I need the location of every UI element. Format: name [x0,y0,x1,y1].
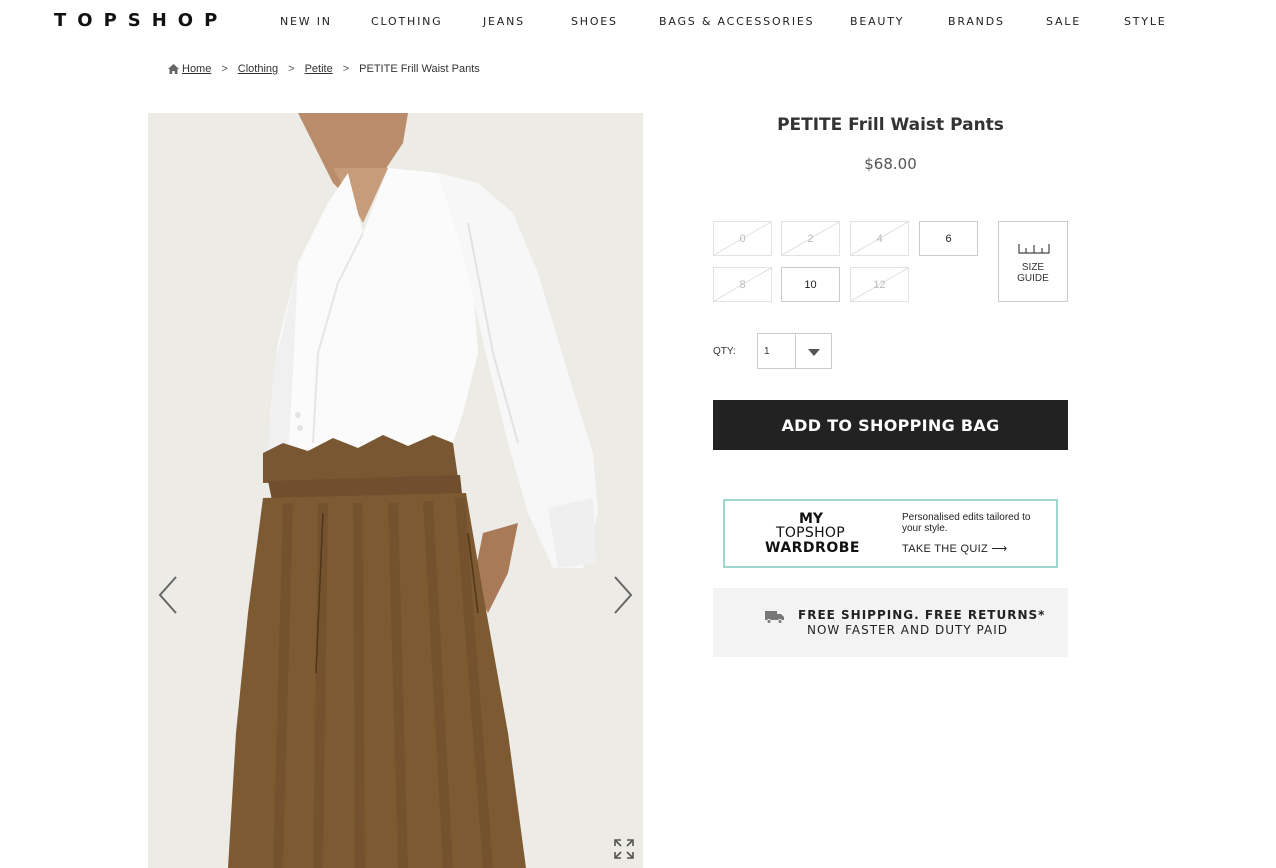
breadcrumb-separator: > [288,63,295,75]
my-topshop-wardrobe-banner[interactable]: MY TOPSHOP WARDROBE Personalised edits t… [723,499,1058,568]
truck-icon [765,611,784,624]
home-icon [168,64,179,74]
size-label: 8 [739,278,746,291]
breadcrumb-separator: > [342,63,350,75]
size-label: 4 [876,232,883,245]
size-option-4[interactable]: 4 [850,221,909,256]
nav-jeans[interactable]: JEANS [483,15,525,28]
breadcrumb-clothing[interactable]: Clothing [238,63,278,75]
size-label: 12 [873,278,886,291]
main-nav: NEW IN CLOTHING JEANS SHOES BAGS & ACCES… [0,15,1276,31]
shipping-line-1: FREE SHIPPING. FREE RETURNS* [798,608,1046,622]
prev-image-button[interactable] [154,573,184,617]
size-label: 2 [807,232,814,245]
site-header: TOPSHOP NEW IN CLOTHING JEANS SHOES BAGS… [0,0,1276,44]
size-label: 10 [804,278,817,291]
nav-brands[interactable]: BRANDS [948,15,1005,28]
wardrobe-description: Personalised edits tailored to your styl… [902,512,1031,534]
qty-select[interactable]: 1 [757,333,832,369]
product-title: PETITE Frill Waist Pants [777,115,1004,135]
size-label: 0 [739,232,746,245]
chevron-left-icon [158,576,177,614]
breadcrumb-separator: > [221,63,228,75]
zoom-image-button[interactable] [613,838,635,860]
caret-down-icon [808,349,820,356]
size-guide-button[interactable]: SIZE GUIDE [998,221,1068,302]
shipping-line-2: NOW FASTER AND DUTY PAID [807,623,1008,637]
nav-clothing[interactable]: CLOTHING [371,15,442,28]
nav-style[interactable]: STYLE [1124,15,1167,28]
next-image-button[interactable] [607,573,637,617]
take-the-quiz-link[interactable]: TAKE THE QUIZ ⟶ [902,542,1007,555]
nav-shoes[interactable]: SHOES [571,15,618,28]
qty-value: 1 [764,346,770,357]
size-option-6[interactable]: 6 [919,221,978,256]
size-option-2[interactable]: 2 [781,221,840,256]
size-option-0[interactable]: 0 [713,221,772,256]
size-option-10[interactable]: 10 [781,267,840,302]
size-guide-label: SIZE GUIDE [999,262,1067,284]
size-guide-line2: GUIDE [1017,273,1049,284]
breadcrumb: Home > Clothing > Petite > PETITE Frill … [168,63,480,75]
product-image [148,113,643,868]
nav-new-in[interactable]: NEW IN [280,15,332,28]
wardrobe-logo-topshop: TOPSHOP [776,525,845,541]
size-guide-line1: SIZE [1021,262,1045,273]
qty-label: QTY: [713,346,736,357]
product-price: $68.00 [864,155,917,173]
breadcrumb-home[interactable]: Home [182,63,211,75]
breadcrumb-current: PETITE Frill Waist Pants [359,63,480,75]
nav-beauty[interactable]: BEAUTY [850,15,904,28]
size-option-12[interactable]: 12 [850,267,909,302]
ruler-icon [1018,244,1050,254]
expand-icon [614,839,634,859]
nav-bags-accessories[interactable]: BAGS & ACCESSORIES [659,15,814,28]
wardrobe-logo-wardrobe: WARDROBE [765,540,860,556]
add-to-bag-button[interactable]: ADD TO SHOPPING BAG [713,400,1068,450]
size-label: 6 [945,232,952,245]
qty-divider [795,334,796,368]
breadcrumb-petite[interactable]: Petite [305,63,333,75]
chevron-right-icon [614,576,633,614]
shipping-banner: FREE SHIPPING. FREE RETURNS* NOW FASTER … [713,588,1068,657]
size-option-8[interactable]: 8 [713,267,772,302]
nav-sale[interactable]: SALE [1046,15,1081,28]
product-photo [148,113,643,868]
